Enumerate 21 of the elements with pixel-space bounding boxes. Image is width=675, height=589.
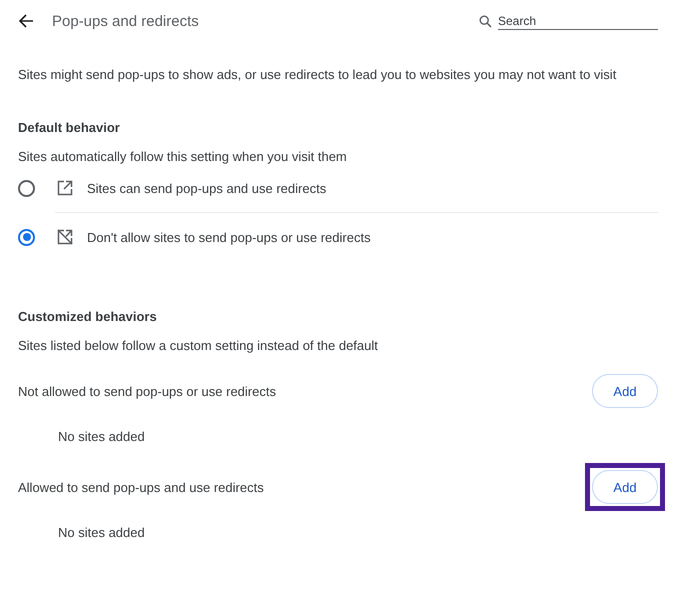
add-button[interactable]: Add	[592, 470, 658, 504]
page-title: Pop-ups and redirects	[52, 12, 200, 30]
section-subtitle: Sites listed below follow a custom setting instead of the default	[18, 338, 379, 353]
empty-message: No sites added	[58, 525, 146, 542]
option-label: Sites can send pop-ups and use redirects	[87, 180, 326, 196]
radio-button[interactable]	[18, 180, 35, 196]
option-label: Don't allow sites to send pop-ups or use redirects	[87, 230, 371, 244]
search-icon	[479, 14, 492, 28]
back-button[interactable]	[18, 13, 34, 29]
description-text: Sites might send pop-ups to show ads, or use redirects to lead you to websites you may not want to visit	[18, 66, 618, 84]
radio-button[interactable]	[18, 228, 35, 246]
section-heading: Customized behaviors	[18, 309, 158, 324]
section-heading: Default behavior	[18, 120, 121, 135]
external-link-icon	[57, 180, 73, 196]
empty-message: No sites added	[58, 429, 146, 446]
list-label: Allowed to send pop-ups and use redirects	[18, 480, 264, 494]
section-subtitle: Sites automatically follow this setting when you visit them	[18, 149, 348, 164]
add-button[interactable]: Add	[592, 374, 658, 408]
blocked-link-icon	[57, 229, 73, 245]
list-label: Not allowed to send pop-ups or use redirects	[18, 384, 276, 398]
back-arrow-icon	[18, 13, 34, 29]
